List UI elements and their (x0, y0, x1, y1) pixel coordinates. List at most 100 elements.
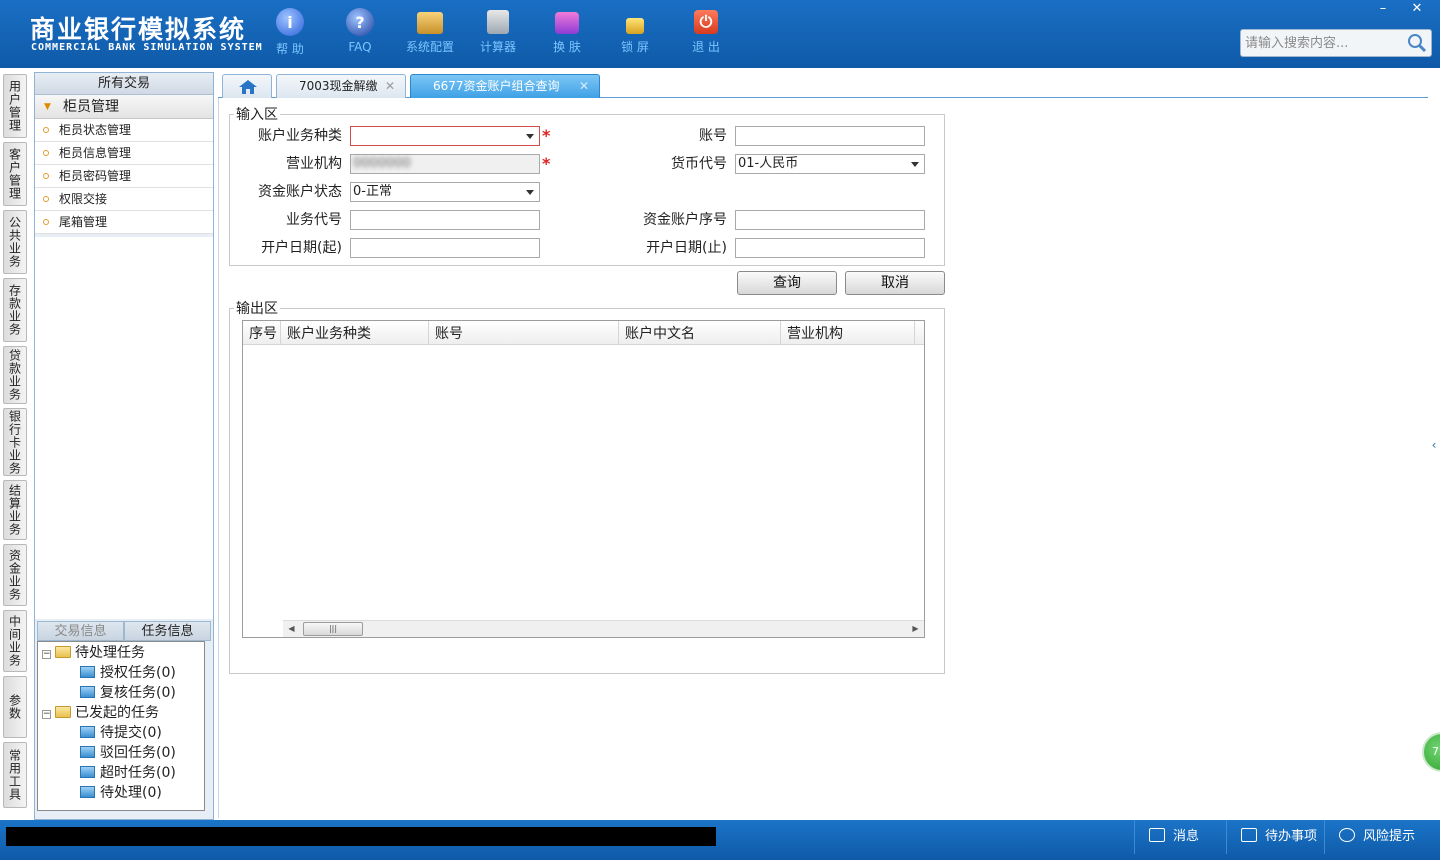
lock-screen-button[interactable]: 锁 屏 (603, 8, 667, 55)
nav-item-permission-handover[interactable]: 权限交接 (35, 188, 213, 211)
account-no-input[interactable] (738, 127, 924, 145)
collapse-panel-icon[interactable]: ‹ (1428, 420, 1440, 470)
scroll-left-icon[interactable]: ◀ (283, 621, 300, 637)
nav-group-teller-management[interactable]: ▼ 柜员管理 (35, 95, 213, 119)
account-type-select[interactable] (350, 126, 540, 146)
chat-icon (1339, 828, 1355, 842)
mail-icon (1149, 828, 1165, 842)
nav-item-teller-password[interactable]: 柜员密码管理 (35, 165, 213, 188)
system-config-button[interactable]: 系统配置 (398, 8, 462, 55)
fund-seq-field[interactable] (735, 210, 925, 230)
branch-field[interactable]: 0000000 (350, 154, 540, 174)
calculator-button[interactable]: 计算器 (466, 8, 530, 55)
scroll-right-icon[interactable]: ▶ (907, 621, 924, 637)
vtab-parameters[interactable]: 参数 (3, 676, 27, 738)
risk-alert-button[interactable]: 风险提示 (1324, 820, 1440, 854)
column-header-account-name[interactable]: 账户中文名 (619, 321, 781, 345)
tree-node-timeout[interactable]: 超时任务(0) (80, 763, 176, 783)
home-icon (239, 80, 257, 94)
close-window-button[interactable]: ✕ (1400, 0, 1434, 18)
nav-item-teller-info[interactable]: 柜员信息管理 (35, 142, 213, 165)
query-button[interactable]: 查询 (737, 271, 837, 295)
minimize-button[interactable]: – (1366, 0, 1400, 18)
open-end-field[interactable] (735, 238, 925, 258)
account-type-input[interactable] (353, 127, 539, 145)
vtab-fund-business[interactable]: 资金业务 (3, 544, 27, 606)
vtab-user-management[interactable]: 用户管理 (3, 74, 27, 138)
navigation-panel: 所有交易 ▼ 柜员管理 柜员状态管理 柜员信息管理 柜员密码管理 权限交接 尾箱… (34, 72, 214, 820)
app-subtitle: COMMERCIAL BANK SIMULATION SYSTEM (31, 42, 263, 53)
vtab-customer-management[interactable]: 客户管理 (3, 142, 27, 206)
column-header-branch[interactable]: 营业机构 (781, 321, 915, 345)
horizontal-scrollbar[interactable]: ◀ ||| ▶ (283, 620, 924, 637)
vtab-bank-card-business[interactable]: 银行卡业务 (3, 408, 27, 476)
business-code-field[interactable] (350, 210, 540, 230)
faq-button[interactable]: ? FAQ (328, 8, 392, 54)
fund-seq-input[interactable] (738, 211, 924, 229)
nav-header[interactable]: 所有交易 (35, 73, 213, 95)
open-start-input[interactable] (353, 239, 539, 257)
nav-empty-area (35, 237, 213, 619)
tab-fund-account-query[interactable]: 6677资金账户组合查询 ✕ (410, 74, 600, 98)
vtab-intermediate-business[interactable]: 中间业务 (3, 610, 27, 672)
nav-item-cash-box[interactable]: 尾箱管理 (35, 211, 213, 234)
tree-node-rejected[interactable]: 驳回任务(0) (80, 743, 176, 763)
tab-home[interactable] (222, 74, 272, 98)
tab-cash-remittance[interactable]: 7003现金解缴 ✕ (276, 74, 406, 98)
output-area-legend: 输出区 (236, 301, 278, 317)
currency-select[interactable]: 01-人民币 (735, 154, 925, 174)
vtab-common-tools[interactable]: 常用工具 (3, 742, 27, 808)
exit-button[interactable]: ⏻ 退 出 (674, 8, 738, 55)
todo-button[interactable]: 待办事项 (1226, 820, 1324, 854)
tree-node-to-submit[interactable]: 待提交(0) (80, 723, 162, 743)
column-header-account-type[interactable]: 账户业务种类 (281, 321, 429, 345)
label-open-end: 开户日期(止) (646, 240, 727, 256)
business-code-input[interactable] (353, 211, 539, 229)
scroll-thumb[interactable]: ||| (303, 622, 363, 636)
vtab-settlement-business[interactable]: 结算业务 (3, 480, 27, 540)
label-account-no: 账号 (699, 128, 727, 144)
tab-task-info[interactable]: 任务信息 (124, 621, 211, 641)
vtab-deposit-business[interactable]: 存款业务 (3, 278, 27, 342)
change-skin-button[interactable]: 换 肤 (535, 8, 599, 55)
search-input[interactable] (1241, 30, 1401, 56)
tree-node-pending[interactable]: − 待处理任务 (42, 643, 145, 663)
toolbox-icon (417, 12, 443, 34)
collapse-icon[interactable]: − (42, 710, 51, 719)
tab-transaction-info[interactable]: 交易信息 (37, 621, 124, 641)
nav-group-label: 柜员管理 (63, 99, 119, 115)
close-icon[interactable]: ✕ (579, 75, 589, 97)
vtab-loan-business[interactable]: 贷款业务 (3, 346, 27, 404)
messages-button[interactable]: 消息 (1134, 820, 1226, 854)
help-button[interactable]: i 帮 助 (258, 8, 322, 57)
account-no-field[interactable] (735, 126, 925, 146)
search-icon[interactable] (1407, 33, 1427, 53)
bullet-icon (43, 219, 49, 225)
label-open-start: 开户日期(起) (261, 240, 342, 256)
folder-icon (80, 686, 95, 698)
app-header: 商业银行模拟系统 COMMERCIAL BANK SIMULATION SYST… (0, 0, 1440, 68)
fund-status-value: 0-正常 (353, 184, 392, 199)
vertical-module-tabs: 用户管理 客户管理 公共业务 存款业务 贷款业务 银行卡业务 结算业务 资金业务… (0, 68, 30, 820)
dropdown-arrow-icon (911, 162, 919, 167)
cancel-button[interactable]: 取消 (845, 271, 945, 295)
vtab-public-business[interactable]: 公共业务 (3, 210, 27, 274)
fund-status-select[interactable]: 0-正常 (350, 182, 540, 202)
folder-icon (80, 746, 95, 758)
column-header-seq[interactable]: 序号 (243, 321, 281, 345)
result-grid: 序号 账户业务种类 账号 账户中文名 营业机构 ◀ ||| ▶ (242, 320, 925, 638)
collapse-icon[interactable]: − (42, 650, 51, 659)
close-icon[interactable]: ✕ (385, 75, 395, 97)
tree-node-review[interactable]: 复核任务(0) (80, 683, 176, 703)
tree-node-authorization[interactable]: 授权任务(0) (80, 663, 176, 683)
open-end-input[interactable] (738, 239, 924, 257)
power-icon: ⏻ (694, 10, 718, 34)
folder-open-icon (55, 706, 71, 718)
open-start-field[interactable] (350, 238, 540, 258)
tree-node-initiated[interactable]: − 已发起的任务 (42, 703, 159, 723)
tree-node-to-process[interactable]: 待处理(0) (80, 783, 162, 803)
bullet-icon (43, 150, 49, 156)
nav-item-teller-status[interactable]: 柜员状态管理 (35, 119, 213, 142)
dropdown-arrow-icon (526, 190, 534, 195)
column-header-account-no[interactable]: 账号 (429, 321, 619, 345)
